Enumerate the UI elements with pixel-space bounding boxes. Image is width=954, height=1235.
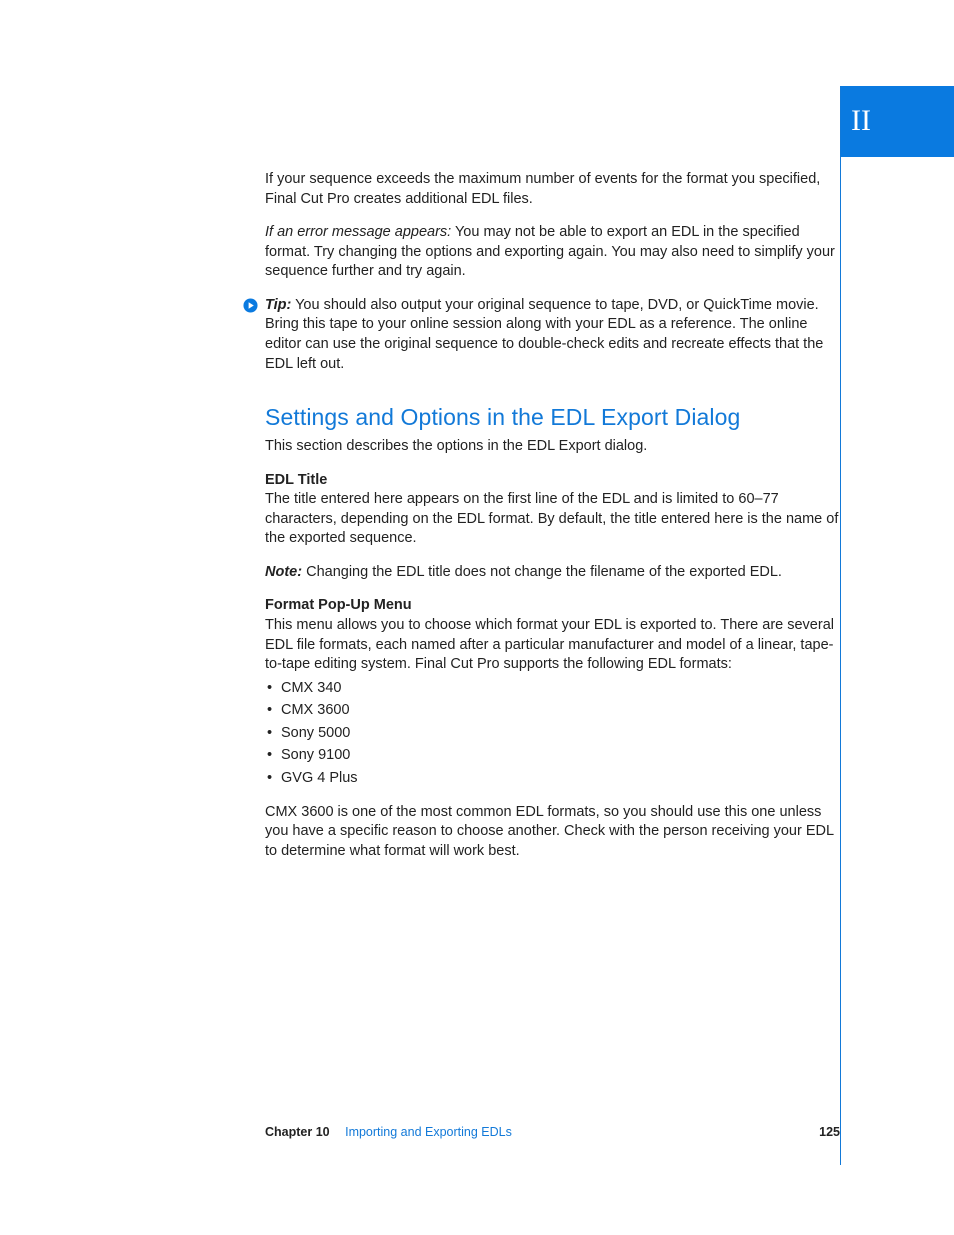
- footer-left: Chapter 10 Importing and Exporting EDLs: [265, 1124, 512, 1141]
- tip-body: You should also output your original seq…: [265, 297, 823, 372]
- edl-title-body: The title entered here appears on the fi…: [265, 490, 840, 549]
- error-note: If an error message appears: You may not…: [265, 223, 840, 282]
- note-label: Note:: [265, 564, 302, 580]
- note-body: Changing the EDL title does not change t…: [302, 564, 782, 580]
- format-menu-body: This menu allows you to choose which for…: [265, 616, 840, 675]
- paragraph: If your sequence exceeds the maximum num…: [265, 170, 840, 209]
- part-tab: II: [841, 86, 954, 157]
- subheading-edl-title: EDL Title: [265, 471, 840, 491]
- page-footer: Chapter 10 Importing and Exporting EDLs …: [265, 1124, 840, 1141]
- tip-label: Tip:: [265, 297, 291, 313]
- page-number: 125: [819, 1124, 840, 1141]
- section-heading: Settings and Options in the EDL Export D…: [265, 402, 840, 433]
- tip-icon: [243, 298, 258, 313]
- note: Note: Changing the EDL title does not ch…: [265, 563, 840, 583]
- list-item: CMX 3600: [265, 701, 840, 721]
- closing-paragraph: CMX 3600 is one of the most common EDL f…: [265, 803, 840, 862]
- side-rule: [840, 86, 841, 1165]
- tip-block: Tip: You should also output your origina…: [265, 296, 840, 374]
- list-item: Sony 9100: [265, 746, 840, 766]
- tip-text: Tip: You should also output your origina…: [265, 296, 840, 374]
- subheading-format-menu: Format Pop-Up Menu: [265, 596, 840, 616]
- format-list: CMX 340 CMX 3600 Sony 5000 Sony 9100 GVG…: [265, 679, 840, 789]
- list-item: Sony 5000: [265, 724, 840, 744]
- error-lead: If an error message appears:: [265, 224, 451, 240]
- chapter-label: Chapter 10: [265, 1125, 330, 1139]
- list-item: GVG 4 Plus: [265, 769, 840, 789]
- list-item: CMX 340: [265, 679, 840, 699]
- chapter-title: Importing and Exporting EDLs: [345, 1125, 512, 1139]
- page-content: If your sequence exceeds the maximum num…: [265, 170, 840, 875]
- section-intro: This section describes the options in th…: [265, 437, 840, 457]
- part-number: II: [851, 101, 871, 142]
